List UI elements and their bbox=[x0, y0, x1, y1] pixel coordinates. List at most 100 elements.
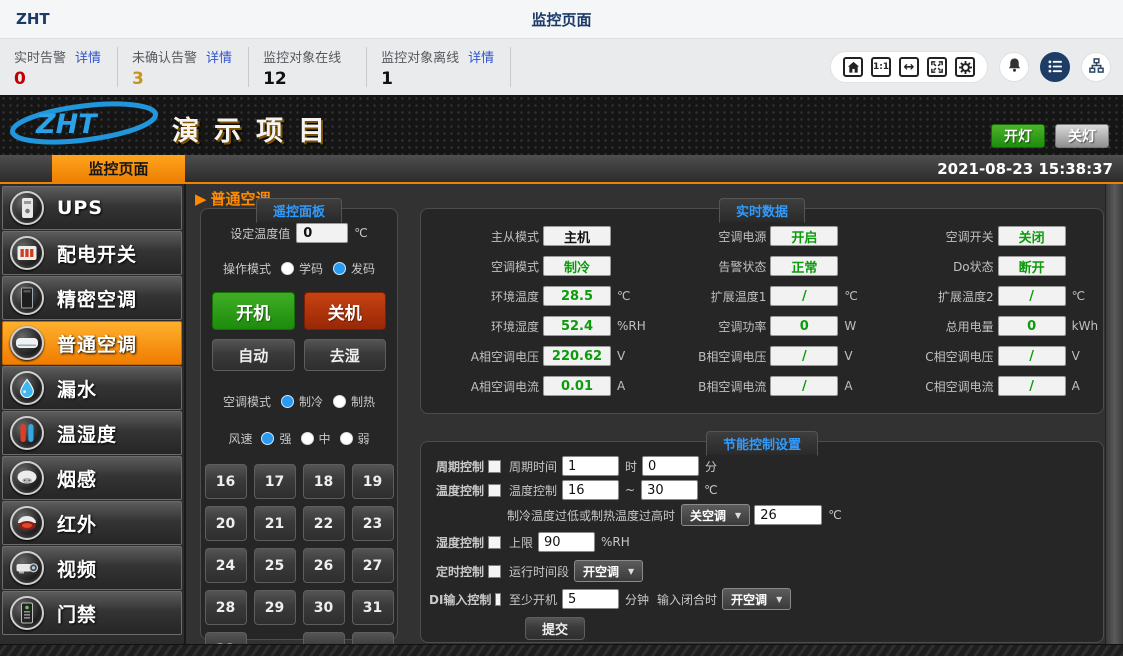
value-field: / bbox=[998, 376, 1066, 396]
submit-button[interactable]: 提交 bbox=[525, 617, 585, 640]
humidity-max-input[interactable]: 90 bbox=[538, 532, 595, 552]
timer-control-row: 定时控制 运行时间段 开空调 ▼ bbox=[429, 560, 1103, 582]
radio-fan-weak[interactable]: 弱 bbox=[340, 430, 370, 447]
data-row: B相空调电压 / V bbox=[648, 346, 875, 366]
keypad-key[interactable]: 18 bbox=[303, 464, 345, 499]
power-off-button[interactable]: 关机 bbox=[304, 292, 387, 330]
temp-protect-action-select[interactable]: 关空调 ▼ bbox=[681, 504, 750, 526]
temp-min-input[interactable]: 16 bbox=[562, 480, 619, 500]
power-on-button[interactable]: 开机 bbox=[212, 292, 295, 330]
radio-learn-code[interactable]: 学码 bbox=[281, 260, 323, 277]
data-row: C相空调电流 / A bbox=[876, 376, 1103, 396]
sidebar-item-temp-humidity[interactable]: 温湿度 bbox=[2, 411, 182, 455]
keypad-key[interactable]: 21 bbox=[254, 506, 296, 541]
value-field: / bbox=[998, 346, 1066, 366]
temp-control-checkbox[interactable] bbox=[488, 484, 501, 497]
data-row: Do状态 断开 bbox=[876, 256, 1103, 276]
keypad-key[interactable]: 19 bbox=[352, 464, 394, 499]
cycle-hours-input[interactable]: 1 bbox=[562, 456, 619, 476]
sidebar-item-infrared[interactable]: 红外 bbox=[2, 501, 182, 545]
value-field: / bbox=[770, 346, 838, 366]
radio-cooling[interactable]: 制冷 bbox=[281, 393, 323, 410]
keypad-key[interactable]: 22 bbox=[303, 506, 345, 541]
keypad-key[interactable]: 23 bbox=[352, 506, 394, 541]
di-min-minutes-input[interactable]: 5 bbox=[562, 589, 619, 609]
keypad-key[interactable]: 31 bbox=[352, 590, 394, 625]
keypad-key[interactable]: 29 bbox=[254, 590, 296, 625]
project-title: 演示项目 bbox=[172, 109, 340, 148]
tab-bar: 监控页面 2021-08-23 15:38:37 bbox=[0, 155, 1123, 184]
detail-link[interactable]: 详情 bbox=[468, 47, 494, 66]
cycle-minutes-input[interactable]: 0 bbox=[642, 456, 699, 476]
timer-action-select[interactable]: 开空调 ▼ bbox=[574, 560, 643, 582]
stat-value: 12 bbox=[263, 69, 350, 89]
value-field: 制冷 bbox=[543, 256, 611, 276]
one-to-one-icon[interactable]: 1:1 bbox=[871, 57, 891, 77]
keypad-key[interactable]: 30 bbox=[303, 590, 345, 625]
cycle-control-checkbox[interactable] bbox=[488, 460, 501, 473]
keypad-key[interactable]: 25 bbox=[254, 548, 296, 583]
light-on-button[interactable]: 开灯 bbox=[991, 124, 1045, 148]
power-buttons-row: 开机 关机 bbox=[201, 292, 397, 330]
humidity-control-checkbox[interactable] bbox=[488, 536, 501, 549]
fit-screen-icon[interactable] bbox=[927, 57, 947, 77]
sidebar-item-precision-ac[interactable]: 精密空调 bbox=[2, 276, 182, 320]
light-off-button[interactable]: 关灯 bbox=[1055, 124, 1109, 148]
alarm-bell-button[interactable] bbox=[999, 52, 1029, 82]
radio-heating[interactable]: 制热 bbox=[333, 393, 375, 410]
temp-max-input[interactable]: 30 bbox=[641, 480, 698, 500]
sidebar-item-door-access[interactable]: 门禁 bbox=[2, 591, 182, 635]
realtime-col-2: 空调电源 开启 告警状态 正常 扩展温度1 / ℃ bbox=[648, 226, 875, 406]
di-action-select[interactable]: 开空调 ▼ bbox=[722, 588, 791, 610]
keypad-key[interactable]: 26 bbox=[303, 548, 345, 583]
settings-gear-icon[interactable] bbox=[955, 57, 975, 77]
realtime-panel-tab: 实时数据 bbox=[719, 198, 805, 223]
data-row: 空调功率 0 W bbox=[648, 316, 875, 336]
value-field: 断开 bbox=[998, 256, 1066, 276]
keypad-key[interactable]: 17 bbox=[254, 464, 296, 499]
value-field: 关闭 bbox=[998, 226, 1066, 246]
radio-icon bbox=[281, 262, 294, 275]
radio-fan-medium[interactable]: 中 bbox=[301, 430, 331, 447]
sidebar-item-smoke[interactable]: 烟感 bbox=[2, 456, 182, 500]
set-temp-row: 设定温度值 0 ℃ bbox=[230, 223, 368, 243]
data-row: A相空调电流 0.01 A bbox=[421, 376, 648, 396]
tab-monitoring-page[interactable]: 监控页面 bbox=[52, 155, 185, 182]
power-breaker-icon bbox=[10, 236, 44, 270]
radio-fan-strong[interactable]: 强 bbox=[261, 430, 291, 447]
keypad-key[interactable]: 27 bbox=[352, 548, 394, 583]
auto-button[interactable]: 自动 bbox=[212, 339, 295, 371]
detail-link[interactable]: 详情 bbox=[206, 47, 232, 66]
page-title: 监控页面 bbox=[531, 9, 591, 30]
detail-link[interactable]: 详情 bbox=[75, 47, 101, 66]
set-temp-unit: ℃ bbox=[354, 226, 367, 240]
timer-control-checkbox[interactable] bbox=[488, 565, 501, 578]
set-temp-input[interactable]: 0 bbox=[296, 223, 348, 243]
stat-label: 监控对象在线 bbox=[263, 47, 341, 66]
temp-protect-value-input[interactable]: 26 bbox=[754, 505, 822, 525]
keypad-key[interactable]: 28 bbox=[205, 590, 247, 625]
radio-send-code[interactable]: 发码 bbox=[333, 260, 375, 277]
sidebar-item-water-leak[interactable]: 漏水 bbox=[2, 366, 182, 410]
humidity-control-row: 湿度控制 上限 90 %RH bbox=[429, 531, 1103, 553]
sidebar-item-regular-ac[interactable]: 普通空调 bbox=[2, 321, 182, 365]
sidebar-item-ups[interactable]: UPS bbox=[2, 186, 182, 230]
keypad-key[interactable]: 24 bbox=[205, 548, 247, 583]
topology-view-button[interactable] bbox=[1081, 52, 1111, 82]
value-field: 正常 bbox=[770, 256, 838, 276]
keypad-key[interactable]: 20 bbox=[205, 506, 247, 541]
sidebar-item-video[interactable]: 视频 bbox=[2, 546, 182, 590]
dehumidify-button[interactable]: 去湿 bbox=[304, 339, 387, 371]
di-control-checkbox[interactable] bbox=[495, 593, 501, 606]
fit-width-icon[interactable]: ↔ bbox=[899, 57, 919, 77]
keypad-key[interactable]: 16 bbox=[205, 464, 247, 499]
stat-label: 实时告警 bbox=[14, 47, 66, 66]
stat-value: 0 bbox=[14, 69, 101, 89]
sidebar-item-power-switch[interactable]: 配电开关 bbox=[2, 231, 182, 275]
bell-icon bbox=[1007, 57, 1022, 77]
video-camera-icon bbox=[10, 551, 44, 585]
content-area: ▶ 普通空调 遥控面板 设定温度值 0 ℃ 操作模式 学码 bbox=[186, 184, 1123, 644]
list-view-button[interactable] bbox=[1040, 52, 1070, 82]
home-icon[interactable] bbox=[843, 57, 863, 77]
stat-unconfirmed-alarms: 未确认告警 详情 3 bbox=[118, 47, 249, 87]
